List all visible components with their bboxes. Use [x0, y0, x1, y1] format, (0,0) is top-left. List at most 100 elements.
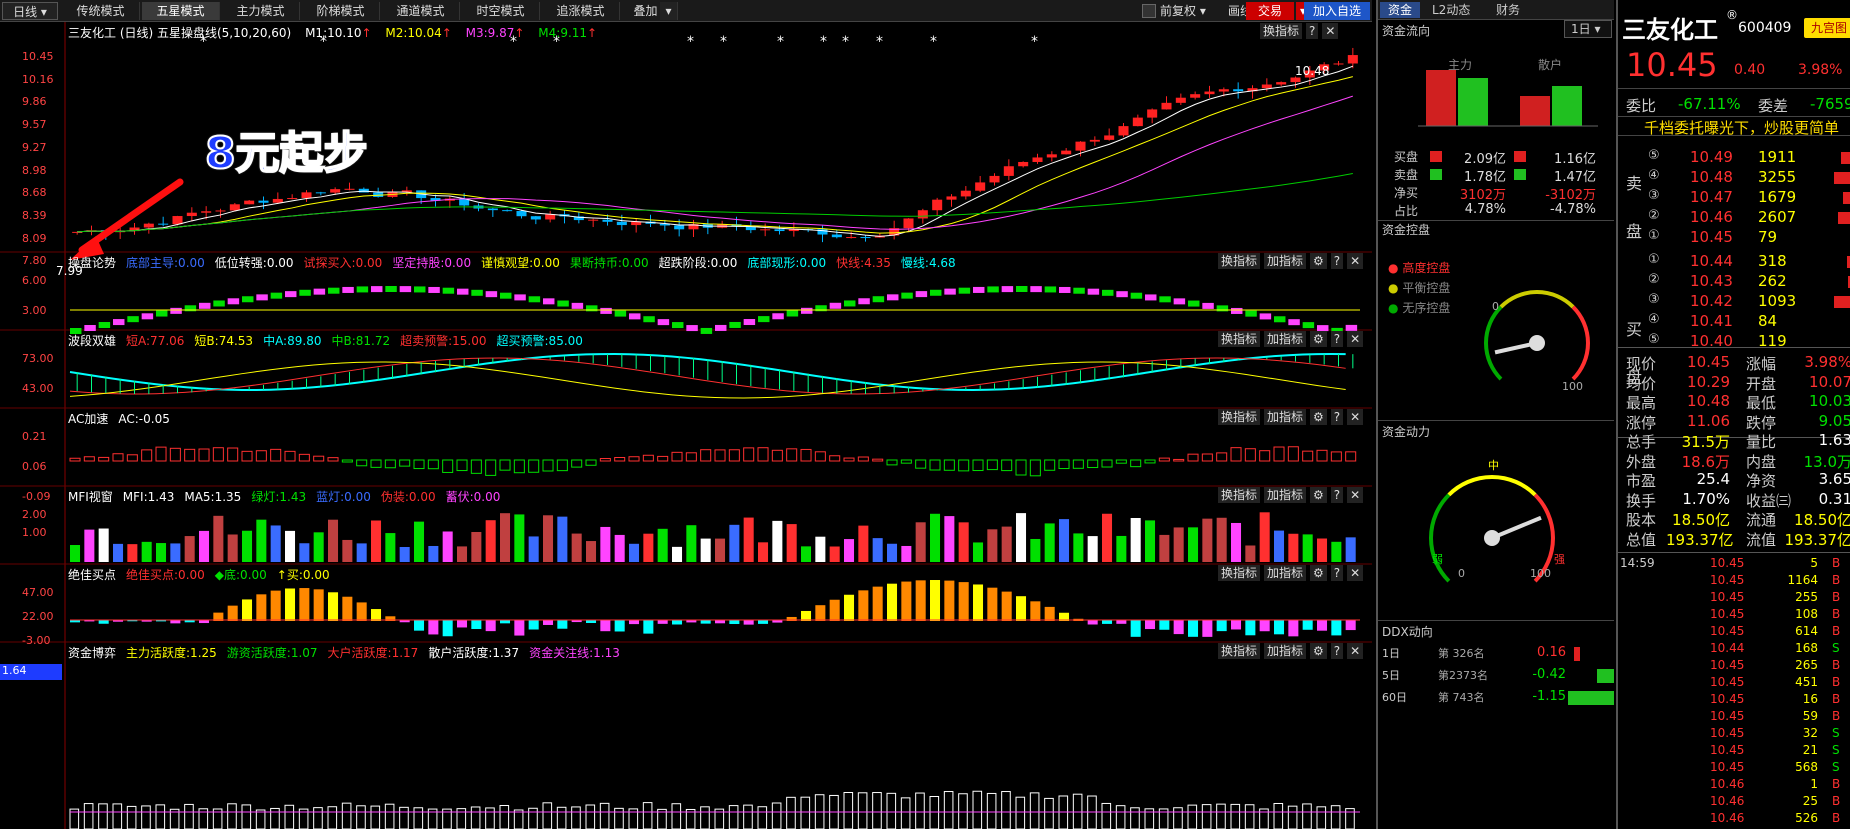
- help-icon[interactable]: ?: [1330, 331, 1344, 347]
- stat-label: 内盘: [1746, 452, 1777, 471]
- switch-indicator-button[interactable]: 换指标: [1218, 409, 1261, 425]
- buy-bar: [1102, 620, 1113, 624]
- candle: [917, 210, 928, 219]
- candle: [1089, 139, 1100, 142]
- fq-checkbox[interactable]: [1142, 4, 1156, 18]
- overlay-dropdown-icon[interactable]: ▾: [660, 2, 678, 20]
- close-icon[interactable]: ✕: [1347, 487, 1364, 503]
- mode-tab-channel[interactable]: 通道模式: [382, 2, 460, 20]
- fund-game-bar: [1015, 796, 1026, 829]
- close-icon[interactable]: ✕: [1347, 565, 1364, 581]
- ask-price: 10.46: [1690, 208, 1733, 226]
- candle: [946, 196, 957, 200]
- close-icon[interactable]: ✕: [1347, 331, 1364, 347]
- mode-tab-traditional[interactable]: 传统模式: [62, 2, 140, 20]
- trade-button[interactable]: 交易: [1246, 2, 1294, 20]
- add-indicator-button[interactable]: 加指标: [1264, 331, 1307, 347]
- mode-tab-ladder[interactable]: 阶梯模式: [302, 2, 380, 20]
- panel-name: 绝佳买点: [68, 568, 117, 582]
- annotation-text: 8元起步: [204, 127, 369, 180]
- buy-bar: [944, 580, 955, 621]
- add-indicator-button[interactable]: 加指标: [1264, 565, 1307, 581]
- buy-bar: [1345, 620, 1356, 631]
- promo-banner[interactable]: 千档委托曝光下，炒股更简单: [1618, 116, 1850, 136]
- ac-bar: [872, 458, 884, 462]
- add-indicator-button[interactable]: 加指标: [1264, 409, 1307, 425]
- tab-fund[interactable]: 资金: [1380, 2, 1420, 18]
- switch-indicator-button[interactable]: 换指标: [1218, 253, 1261, 269]
- tick-volume: 168: [1795, 641, 1818, 655]
- buy-bar: [1245, 620, 1256, 636]
- buy-bar: [1130, 620, 1141, 637]
- add-indicator-button[interactable]: 加指标: [1264, 487, 1307, 503]
- tick-price: 10.45: [1710, 692, 1745, 706]
- nine-grid-button[interactable]: 九宫图: [1804, 18, 1850, 38]
- ac-bar: [743, 447, 755, 462]
- tick-side: S: [1832, 760, 1840, 774]
- settings-icon[interactable]: ⚙: [1310, 331, 1327, 347]
- switch-indicator-button[interactable]: 换指标: [1218, 565, 1261, 581]
- indicator-value: 果断持币:0.00: [569, 256, 649, 270]
- buy-bar: [256, 594, 267, 621]
- tick-side: B: [1832, 794, 1841, 808]
- help-icon[interactable]: ?: [1330, 487, 1344, 503]
- ac-bar: [1330, 451, 1342, 462]
- buy-bar: [829, 599, 840, 621]
- buy-bar: [299, 588, 310, 621]
- fq-select[interactable]: 前复权 ▾: [1160, 2, 1206, 20]
- bid-price: 10.44: [1690, 252, 1733, 270]
- tick-price: 10.45: [1710, 590, 1745, 604]
- close-icon[interactable]: ✕: [1322, 23, 1339, 39]
- buy-bar: [600, 620, 611, 632]
- add-indicator-button[interactable]: 加指标: [1264, 643, 1307, 659]
- settings-icon[interactable]: ⚙: [1310, 565, 1327, 581]
- ribbon-bar: [1030, 286, 1042, 293]
- mfi-bar: [1001, 526, 1012, 562]
- fund-game-bar: [341, 802, 352, 829]
- close-icon[interactable]: ✕: [1347, 409, 1364, 425]
- gauge-arc: [1429, 493, 1451, 583]
- add-indicator-button[interactable]: 加指标: [1264, 253, 1307, 269]
- mode-tab-fivestar[interactable]: 五星模式: [142, 2, 220, 20]
- tick-volume: 108: [1795, 607, 1818, 621]
- panel-buttons-5: 换指标 加指标 ⚙? ✕: [1214, 643, 1364, 659]
- buy-bar: [1331, 620, 1342, 636]
- candle: [1061, 150, 1072, 155]
- chart-area[interactable]: * * * * * * * * * * * * 三友化工 (日线) 五星操盘线(5,10,20,60)…: [0, 22, 1372, 829]
- close-icon[interactable]: ✕: [1347, 253, 1364, 269]
- help-icon[interactable]: ?: [1306, 23, 1319, 39]
- candle: [229, 204, 240, 211]
- fund-game-bar: [470, 806, 481, 829]
- tab-l2[interactable]: L2动态: [1432, 2, 1470, 18]
- ac-bar: [370, 459, 382, 468]
- fund-row-swatch: [1430, 151, 1442, 162]
- ac-bar: [1216, 452, 1228, 462]
- help-icon[interactable]: ?: [1330, 565, 1344, 581]
- switch-indicator-button[interactable]: 换指标: [1218, 331, 1261, 347]
- tab-finance[interactable]: 财务: [1496, 2, 1520, 18]
- switch-indicator-button[interactable]: 换指标: [1260, 23, 1303, 39]
- settings-icon[interactable]: ⚙: [1310, 409, 1327, 425]
- mode-tab-chase[interactable]: 追涨模式: [542, 2, 620, 20]
- help-icon[interactable]: ?: [1330, 409, 1344, 425]
- indicator-value: 游资活跃度:1.07: [226, 646, 318, 660]
- switch-indicator-button[interactable]: 换指标: [1218, 487, 1261, 503]
- add-watchlist-button[interactable]: 加入自选: [1304, 2, 1370, 20]
- help-icon[interactable]: ?: [1330, 253, 1344, 269]
- mode-tab-spacetime[interactable]: 时空模式: [462, 2, 540, 20]
- settings-icon[interactable]: ⚙: [1310, 487, 1327, 503]
- period-select[interactable]: 日线 ▾: [2, 2, 58, 20]
- gauge-hub: [1484, 530, 1500, 546]
- ribbon-bar: [1159, 296, 1171, 303]
- ribbon-bar: [1044, 286, 1057, 293]
- settings-icon[interactable]: ⚙: [1310, 643, 1327, 659]
- mode-tab-main[interactable]: 主力模式: [222, 2, 300, 20]
- settings-icon[interactable]: ⚙: [1310, 253, 1327, 269]
- ribbon-bar: [915, 291, 928, 298]
- close-icon[interactable]: ✕: [1347, 643, 1364, 659]
- gauge-label: 强: [1554, 553, 1565, 566]
- help-icon[interactable]: ?: [1330, 643, 1344, 659]
- panel-name: 波段双雄: [68, 334, 117, 348]
- period-dropdown[interactable]: 1日 ▾: [1564, 20, 1612, 38]
- switch-indicator-button[interactable]: 换指标: [1218, 643, 1261, 659]
